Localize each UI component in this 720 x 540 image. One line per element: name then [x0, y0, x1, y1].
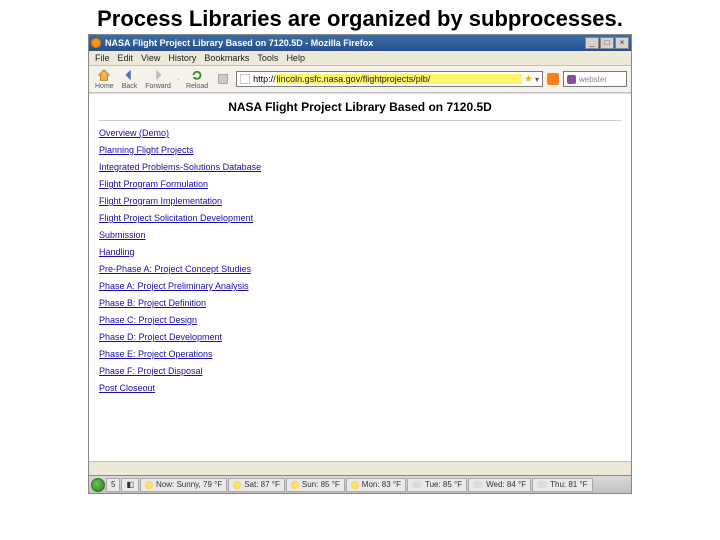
link-integrated-db[interactable]: Integrated Problems-Solutions Database	[99, 162, 621, 172]
menu-tools[interactable]: Tools	[257, 53, 278, 63]
weather-tue[interactable]: Tue: 85 °F	[407, 478, 467, 492]
weather-sun-text: Sun: 85 °F	[302, 480, 340, 489]
taskbar-count[interactable]: 5	[106, 478, 120, 492]
link-phase-a[interactable]: Phase A: Project Preliminary Analysis	[99, 281, 621, 291]
os-taskbar: 5 ◧ Now: Sunny, 79 °F Sat: 87 °F Sun: 85…	[89, 475, 631, 493]
sun-icon	[351, 481, 359, 489]
back-arrow-icon	[122, 68, 136, 82]
link-phase-c[interactable]: Phase C: Project Design	[99, 315, 621, 325]
weather-sun[interactable]: Sun: 85 °F	[286, 478, 345, 492]
page-favicon	[240, 74, 250, 84]
link-submission[interactable]: Submission	[99, 230, 621, 240]
address-bar[interactable]: http:// lincoln.gsfc.nasa.gov/flightproj…	[236, 71, 543, 87]
menu-bookmarks[interactable]: Bookmarks	[204, 53, 249, 63]
window-controls: _ □ ×	[585, 37, 629, 49]
reload-icon	[190, 68, 204, 82]
url-text: lincoln.gsfc.nasa.gov/flightprojects/plb…	[276, 74, 522, 84]
url-scheme: http://	[253, 74, 276, 84]
link-post-closeout[interactable]: Post Closeout	[99, 383, 621, 393]
forward-button[interactable]: Forward	[143, 68, 173, 90]
window-title: NASA Flight Project Library Based on 712…	[105, 38, 585, 48]
home-label: Home	[95, 83, 114, 90]
slide-title: Process Libraries are organized by subpr…	[0, 0, 720, 34]
weather-now-text: Now: Sunny, 79 °F	[156, 480, 222, 489]
start-button[interactable]	[91, 478, 105, 492]
weather-wed[interactable]: Wed: 84 °F	[468, 478, 531, 492]
window-titlebar[interactable]: NASA Flight Project Library Based on 712…	[89, 35, 631, 51]
reload-button[interactable]: Reload	[184, 68, 210, 90]
reload-label: Reload	[186, 83, 208, 90]
url-dropdown-icon[interactable]: ▾	[535, 75, 539, 84]
taskbar-count-value: 5	[111, 480, 115, 489]
menu-history[interactable]: History	[168, 53, 196, 63]
cloud-icon	[537, 481, 547, 488]
weather-mon-text: Mon: 83 °F	[362, 480, 401, 489]
forward-label: Forward	[145, 83, 171, 90]
home-button[interactable]: Home	[93, 68, 116, 90]
back-label: Back	[122, 83, 138, 90]
search-placeholder: webster	[579, 75, 607, 84]
link-phase-e[interactable]: Phase E: Project Operations	[99, 349, 621, 359]
link-overview[interactable]: Overview (Demo)	[99, 128, 621, 138]
divider	[99, 120, 621, 121]
forward-arrow-icon	[151, 68, 165, 82]
search-box[interactable]: webster	[563, 71, 627, 87]
menu-file[interactable]: File	[95, 53, 110, 63]
sun-icon	[145, 481, 153, 489]
stop-icon	[216, 72, 230, 86]
link-list: Overview (Demo) Planning Flight Projects…	[89, 128, 631, 393]
weather-sat-text: Sat: 87 °F	[244, 480, 280, 489]
back-button[interactable]: Back	[120, 68, 140, 90]
link-prephase-a[interactable]: Pre-Phase A: Project Concept Studies	[99, 264, 621, 274]
page-heading: NASA Flight Project Library Based on 712…	[89, 94, 631, 120]
bookmark-star-icon[interactable]: ★	[524, 74, 533, 85]
link-planning[interactable]: Planning Flight Projects	[99, 145, 621, 155]
weather-now[interactable]: Now: Sunny, 79 °F	[140, 478, 227, 492]
navigation-toolbar: Home Back Forward · Reload http:// linco…	[89, 66, 631, 93]
status-bar	[89, 461, 631, 475]
browser-window: NASA Flight Project Library Based on 712…	[88, 34, 632, 494]
close-button[interactable]: ×	[615, 37, 629, 49]
link-program-implementation[interactable]: Flight Program Implementation	[99, 196, 621, 206]
weather-wed-text: Wed: 84 °F	[486, 480, 526, 489]
link-handling[interactable]: Handling	[99, 247, 621, 257]
cloud-icon	[473, 481, 483, 488]
weather-mon[interactable]: Mon: 83 °F	[346, 478, 406, 492]
home-icon	[97, 68, 111, 82]
weather-sat[interactable]: Sat: 87 °F	[228, 478, 285, 492]
minimize-button[interactable]: _	[585, 37, 599, 49]
weather-thu-text: Thu: 81 °F	[550, 480, 587, 489]
search-engine-icon	[567, 75, 576, 84]
menu-help[interactable]: Help	[286, 53, 305, 63]
link-phase-d[interactable]: Phase D: Project Development	[99, 332, 621, 342]
feed-icon[interactable]	[547, 73, 559, 85]
sun-icon	[291, 481, 299, 489]
menu-edit[interactable]: Edit	[118, 53, 134, 63]
firefox-icon	[91, 38, 101, 48]
weather-thu[interactable]: Thu: 81 °F	[532, 478, 592, 492]
menu-view[interactable]: View	[141, 53, 160, 63]
link-phase-b[interactable]: Phase B: Project Definition	[99, 298, 621, 308]
link-solicitation[interactable]: Flight Project Solicitation Development	[99, 213, 621, 223]
sun-icon	[233, 481, 241, 489]
weather-tue-text: Tue: 85 °F	[425, 480, 462, 489]
page-content: NASA Flight Project Library Based on 712…	[89, 93, 631, 461]
stop-button[interactable]	[214, 72, 232, 87]
toolbar-separator: ·	[177, 74, 180, 84]
cloud-icon	[412, 481, 422, 488]
maximize-button[interactable]: □	[600, 37, 614, 49]
menu-bar: File Edit View History Bookmarks Tools H…	[89, 51, 631, 66]
taskbar-tray-icon[interactable]: ◧	[121, 478, 139, 492]
link-phase-f[interactable]: Phase F: Project Disposal	[99, 366, 621, 376]
link-program-formulation[interactable]: Flight Program Formulation	[99, 179, 621, 189]
